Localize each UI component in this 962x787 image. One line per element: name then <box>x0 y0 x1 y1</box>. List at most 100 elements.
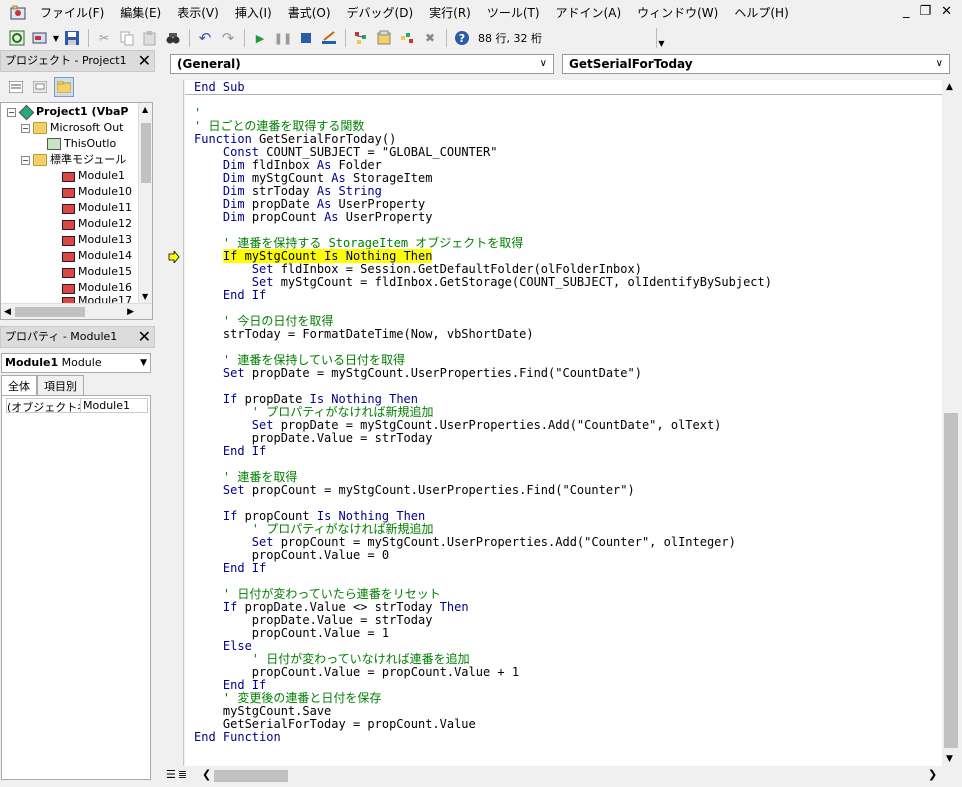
minimize-button[interactable]: _ <box>903 4 910 19</box>
menu-addins[interactable]: アドイン(A) <box>548 0 630 26</box>
code-line[interactable]: Dim propCount As UserProperty <box>194 211 433 224</box>
tree-item-module[interactable]: Module14 <box>61 248 132 264</box>
tree-item-label: Module14 <box>78 249 132 262</box>
tree-vertical-scrollbar[interactable]: ▲ ▼ <box>138 103 152 303</box>
object-browser-icon[interactable] <box>396 27 418 49</box>
tree-horizontal-scrollbar[interactable]: ◀ ▶ <box>1 303 152 319</box>
copy-icon[interactable] <box>116 27 138 49</box>
code-editor[interactable]: End Sub ' ' 日ごとの連番を取得する関数 Function GetSeria… <box>185 80 942 766</box>
tree-item-thisoutlook[interactable]: ThisOutlo <box>47 136 116 152</box>
code-line[interactable]: Set propDate = myStgCount.UserProperties… <box>194 367 642 380</box>
view-host-app-icon[interactable] <box>6 27 28 49</box>
scroll-thumb[interactable] <box>944 413 958 748</box>
code-line[interactable]: End If <box>194 445 266 458</box>
code-vertical-scrollbar[interactable]: ▲ ▼ <box>942 80 960 766</box>
menu-edit[interactable]: 編集(E) <box>112 0 169 26</box>
toolbox-icon[interactable]: ✖ <box>419 27 441 49</box>
chevron-down-icon[interactable]: ∨ <box>936 55 943 73</box>
menu-format[interactable]: 書式(O) <box>280 0 339 26</box>
tab-alphabetic[interactable]: 全体 <box>1 375 37 395</box>
scroll-left-icon[interactable]: ❮ <box>202 768 211 781</box>
properties-window-icon[interactable] <box>373 27 395 49</box>
view-code-icon[interactable] <box>6 77 26 97</box>
full-module-view-icon[interactable]: ≣ <box>178 768 187 781</box>
vbe-app-icon[interactable] <box>10 5 26 21</box>
properties-object-select[interactable]: Module1 Module ▼ <box>1 353 151 373</box>
scroll-up-icon[interactable]: ▲ <box>142 105 148 114</box>
tree-item-module[interactable]: Module1 <box>61 168 125 184</box>
scroll-down-icon[interactable]: ▼ <box>946 754 953 764</box>
reset-icon[interactable] <box>295 27 317 49</box>
menu-insert[interactable]: 挿入(I) <box>227 0 280 26</box>
property-value[interactable]: Module1 <box>81 399 130 412</box>
tree-item-module[interactable]: Module10 <box>61 184 132 200</box>
scroll-down-icon[interactable]: ▼ <box>142 292 148 301</box>
scroll-thumb[interactable] <box>214 770 288 782</box>
code-keyword: Set <box>251 535 274 549</box>
scroll-thumb[interactable] <box>141 123 151 183</box>
scroll-thumb[interactable] <box>15 307 85 317</box>
code-line[interactable]: End If <box>194 562 266 575</box>
menu-help[interactable]: ヘルプ(H) <box>726 0 796 26</box>
find-icon[interactable] <box>162 27 184 49</box>
menu-run[interactable]: 実行(R) <box>421 0 479 26</box>
redo-icon[interactable]: ↷ <box>217 27 239 49</box>
code-margin[interactable] <box>164 80 184 766</box>
code-line[interactable]: End If <box>194 289 266 302</box>
scroll-right-icon[interactable]: ▶ <box>127 307 134 317</box>
tree-item-module[interactable]: Module12 <box>61 216 132 232</box>
tree-item-project[interactable]: − Project1 (VbaP <box>7 104 128 120</box>
code-text: propCount.Value = 0 <box>194 548 390 562</box>
scroll-right-icon[interactable]: ❯ <box>928 768 937 781</box>
dropdown-arrow-icon[interactable]: ▼ <box>52 27 60 49</box>
toggle-folders-icon[interactable] <box>54 77 74 97</box>
collapse-toggle-icon[interactable]: − <box>21 123 30 133</box>
procedure-combo[interactable]: GetSerialForToday ∨ <box>562 54 950 74</box>
menu-window[interactable]: ウィンドウ(W) <box>629 0 726 26</box>
tree-item-module[interactable]: Module15 <box>61 264 132 280</box>
project-explorer-icon[interactable] <box>350 27 372 49</box>
restore-button[interactable]: ❐ <box>919 4 931 19</box>
tree-item-standard-modules[interactable]: − 標準モジュール <box>21 152 126 168</box>
tab-categorized[interactable]: 項目別 <box>37 375 84 395</box>
undo-icon[interactable]: ↶ <box>194 27 216 49</box>
save-icon[interactable] <box>61 27 83 49</box>
menu-view[interactable]: 表示(V) <box>169 0 227 26</box>
insert-module-icon[interactable] <box>29 27 51 49</box>
code-keyword: Else <box>222 639 252 653</box>
help-icon[interactable]: ? <box>451 27 473 49</box>
view-object-icon[interactable] <box>30 77 50 97</box>
tree-item-module[interactable]: Module11 <box>61 200 132 216</box>
code-line[interactable]: strToday = FormatDateTime(Now, vbShortDa… <box>194 328 534 341</box>
chevron-down-icon[interactable]: ∨ <box>540 55 547 73</box>
code-line[interactable]: Set propCount = myStgCount.UserPropertie… <box>194 484 635 497</box>
chevron-down-icon[interactable]: ▼ <box>140 354 147 372</box>
project-panel-close-icon[interactable]: ✕ <box>138 51 151 71</box>
menu-file[interactable]: ファイル(F) <box>32 0 112 26</box>
cut-icon[interactable]: ✂ <box>93 27 115 49</box>
paste-icon[interactable] <box>139 27 161 49</box>
tree-item-module[interactable]: Module16 <box>61 280 132 296</box>
tree-item-outlook-objects[interactable]: − Microsoft Out <box>21 120 124 136</box>
collapse-toggle-icon[interactable]: − <box>7 107 16 117</box>
procedure-view-icon[interactable]: ☰ <box>166 768 176 781</box>
close-button[interactable]: ✕ <box>941 4 952 19</box>
code-line[interactable]: End Sub <box>194 81 245 94</box>
toolbar-grip-icon[interactable]: ▼ <box>656 28 666 48</box>
code-line[interactable]: End Function <box>194 731 281 744</box>
run-icon[interactable]: ▶ <box>249 27 271 49</box>
scroll-up-icon[interactable]: ▲ <box>946 82 953 92</box>
design-mode-icon[interactable] <box>318 27 340 49</box>
tree-item-module[interactable]: Module13 <box>61 232 132 248</box>
menu-debug[interactable]: デバッグ(D) <box>339 0 422 26</box>
property-row[interactable]: (オブジェクト名) Module1 <box>6 398 148 413</box>
code-line[interactable]: Set myStgCount = fldInbox.GetStorage(COU… <box>194 276 772 289</box>
menu-tools[interactable]: ツール(T) <box>479 0 548 26</box>
object-combo[interactable]: (General) ∨ <box>170 54 554 74</box>
collapse-toggle-icon[interactable]: − <box>21 155 30 165</box>
properties-panel-close-icon[interactable]: ✕ <box>138 327 151 347</box>
break-icon[interactable]: ❚❚ <box>272 27 294 49</box>
scroll-left-icon[interactable]: ◀ <box>4 307 11 317</box>
